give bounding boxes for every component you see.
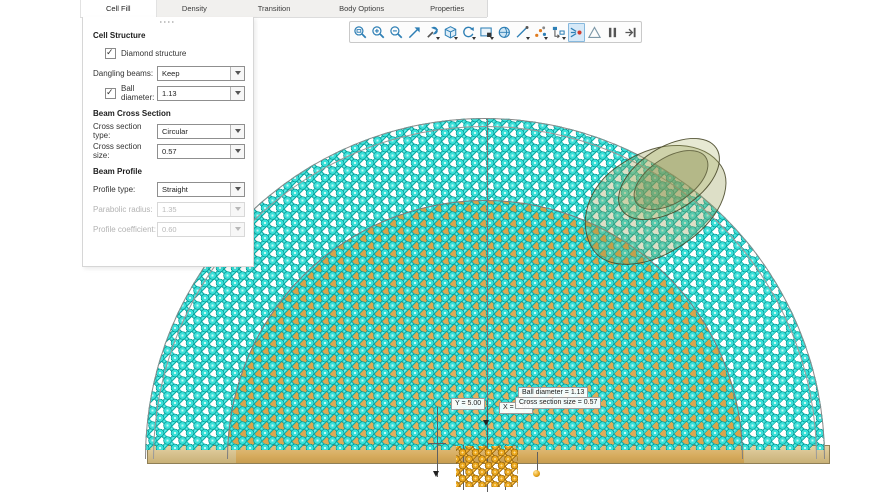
- feature-tab-strip: Cell Fill Density Transition Body Options Pr…: [80, 0, 487, 18]
- chevron-down-icon[interactable]: [230, 144, 244, 158]
- field-label: Profile coefficient:: [93, 224, 156, 234]
- field-row: Ball diameter: 1.13: [83, 83, 253, 103]
- dimension-arrow: [483, 420, 489, 426]
- node-preview-icon[interactable]: [568, 22, 586, 42]
- zoom-out-icon[interactable]: [388, 23, 405, 42]
- rotate-view-icon[interactable]: [460, 23, 477, 42]
- chevron-down-icon[interactable]: [230, 182, 244, 196]
- section-title-cell-structure: Cell Structure: [93, 31, 146, 40]
- dropdown-ball-diameter-[interactable]: 1.13: [157, 85, 245, 101]
- section-title-beam-profile: Beam Profile: [93, 167, 142, 176]
- step-end-icon[interactable]: [622, 23, 639, 42]
- field-label: Profile type:: [93, 184, 136, 194]
- y-value-label: Y = 5.00: [451, 398, 486, 410]
- tab-properties[interactable]: Properties: [407, 0, 487, 17]
- dropdown-parabolic-radius-: 1.35: [157, 201, 245, 217]
- field-label: Cross section size:: [93, 142, 142, 160]
- dropdown-value: Circular: [162, 126, 188, 136]
- field-row: Cross section size: 0.57: [83, 141, 253, 161]
- dropdown-value: Straight: [162, 184, 188, 194]
- chevron-down-icon: [230, 222, 244, 236]
- adjust-tool-icon[interactable]: [424, 23, 441, 42]
- tab-density[interactable]: Density: [157, 0, 233, 17]
- zoom-fit-icon[interactable]: [406, 23, 423, 42]
- dropdown-value: 0.60: [162, 224, 177, 234]
- tab-transition[interactable]: Transition: [232, 0, 316, 17]
- checkbox-ball-diameter-[interactable]: [105, 87, 116, 99]
- section-title-beam-cross-section: Beam Cross Section: [93, 109, 171, 118]
- dependencies-icon[interactable]: [550, 23, 567, 42]
- dimension-line: [437, 407, 438, 477]
- dropdown-cross-section-size-[interactable]: 0.57: [157, 143, 245, 159]
- dimension-line: [537, 452, 538, 472]
- view-toolbar: [349, 21, 642, 43]
- tabstrip-divider: [487, 0, 488, 17]
- cube-view-icon[interactable]: [442, 23, 459, 42]
- field-label: Cross section type:: [93, 122, 142, 140]
- dropdown-value: 0.57: [162, 146, 177, 156]
- dropdown-dangling-beams-[interactable]: Keep: [157, 65, 245, 81]
- zoom-window-icon[interactable]: [351, 23, 368, 42]
- dropdown-profile-coefficient-: 0.60: [157, 221, 245, 237]
- dropdown-cross-section-type-[interactable]: Circular: [157, 123, 245, 139]
- tab-cell-fill[interactable]: Cell Fill: [80, 0, 157, 17]
- field-row: Dangling beams: Keep: [83, 63, 253, 83]
- field-label: Ball diameter:: [121, 84, 155, 102]
- dropdown-value: Keep: [162, 68, 180, 78]
- lattice-ball: [533, 470, 540, 477]
- tab-body-options[interactable]: Body Options: [316, 0, 408, 17]
- field-row: Diamond structure: [83, 43, 253, 63]
- field-row: Parabolic radius: 1.35: [83, 199, 253, 219]
- chevron-down-icon[interactable]: [230, 66, 244, 80]
- field-label: Dangling beams:: [93, 68, 154, 78]
- cross-section-size-label: Cross section size = 0.57: [515, 397, 602, 409]
- panel-drag-handle[interactable]: [160, 21, 176, 23]
- unit-cell-preview: [456, 446, 518, 487]
- zoom-in-icon[interactable]: [369, 23, 386, 42]
- checkbox-diamond-structure[interactable]: [105, 47, 116, 59]
- field-label: Parabolic radius:: [93, 204, 153, 214]
- measure-icon[interactable]: [514, 23, 531, 42]
- field-label: Diamond structure: [121, 48, 187, 58]
- point-set-icon[interactable]: [532, 23, 549, 42]
- chevron-down-icon[interactable]: [230, 86, 244, 100]
- field-row: Cross section type: Circular: [83, 121, 253, 141]
- chevron-down-icon[interactable]: [230, 124, 244, 138]
- wireframe-icon[interactable]: [586, 23, 603, 42]
- dropdown-value: 1.35: [162, 204, 177, 214]
- snapshot-icon[interactable]: [478, 23, 495, 42]
- dropdown-profile-type-[interactable]: Straight: [157, 181, 245, 197]
- shaded-view-icon[interactable]: [496, 23, 513, 42]
- field-row: Profile type: Straight: [83, 179, 253, 199]
- dimension-tick: [428, 443, 446, 444]
- pause-icon[interactable]: [604, 23, 621, 42]
- field-row: Profile coefficient: 0.60: [83, 219, 253, 239]
- cell-fill-options-panel: Cell Structure Diamond structure Dangling …: [82, 17, 254, 267]
- chevron-down-icon: [230, 202, 244, 216]
- dimension-arrow: [433, 471, 439, 477]
- dropdown-value: 1.13: [162, 88, 177, 98]
